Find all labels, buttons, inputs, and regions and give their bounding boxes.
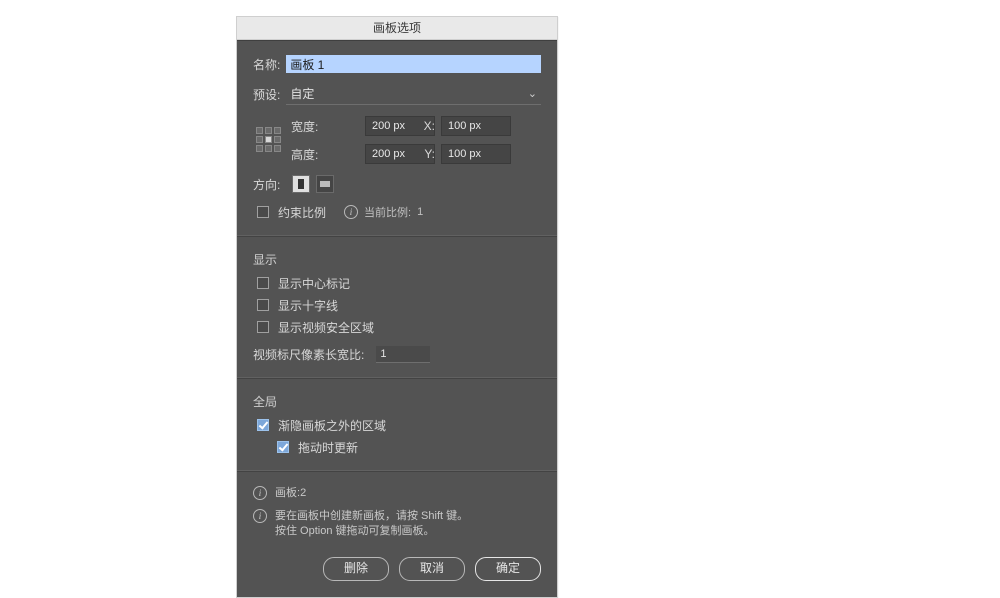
- width-label: 宽度:: [291, 118, 318, 135]
- constrain-row: 约束比例 i 当前比例: 1: [253, 203, 541, 221]
- update-on-drag-checkbox[interactable]: [277, 441, 289, 453]
- divider: [237, 470, 557, 472]
- reference-point-selector[interactable]: [256, 127, 282, 153]
- dialog-buttons: 删除 取消 确定: [253, 557, 541, 581]
- video-ratio-label: 视频标尺像素长宽比:: [253, 346, 364, 363]
- tip-line-1: 要在画板中创建新画板，请按 Shift 键。: [275, 509, 468, 524]
- artboard-count-label: 画板:: [275, 487, 300, 499]
- window-titlebar: 画板选项: [237, 17, 557, 40]
- artboard-options-window: 画板选项 名称: 预设: 自定 ⌄ 宽度: X: 高度: Y: [236, 16, 558, 598]
- current-ratio-label: 当前比例:: [364, 204, 411, 220]
- tip-line-2: 按住 Option 键拖动可复制画板。: [275, 524, 468, 539]
- preset-dropdown[interactable]: 自定 ⌄: [286, 83, 541, 105]
- delete-button[interactable]: 删除: [323, 557, 389, 581]
- name-label: 名称:: [253, 56, 280, 73]
- portrait-icon: [298, 179, 304, 189]
- ok-button[interactable]: 确定: [475, 557, 541, 581]
- divider: [237, 235, 557, 237]
- dimensions-grid: 宽度: X: 高度: Y:: [253, 115, 541, 165]
- preset-row: 预设: 自定 ⌄: [253, 83, 541, 105]
- video-ratio-input[interactable]: [376, 346, 430, 363]
- artboard-count-value: 2: [300, 487, 306, 499]
- fade-outside-label: 渐隐画板之外的区域: [278, 417, 386, 434]
- y-label: Y:: [424, 147, 435, 161]
- preset-label: 预设:: [253, 86, 280, 103]
- info-icon: i: [344, 205, 358, 219]
- height-label: 高度:: [291, 146, 318, 163]
- chevron-down-icon: ⌄: [528, 87, 537, 100]
- show-crosshair-label: 显示十字线: [278, 297, 338, 314]
- landscape-icon: [320, 181, 330, 187]
- display-section-title: 显示: [253, 251, 541, 268]
- global-section-title: 全局: [253, 393, 541, 410]
- cancel-button[interactable]: 取消: [399, 557, 465, 581]
- orientation-portrait-button[interactable]: [292, 175, 310, 193]
- show-video-safe-checkbox[interactable]: [257, 321, 269, 333]
- name-input[interactable]: [286, 55, 541, 73]
- x-label: X:: [424, 119, 435, 133]
- name-row: 名称:: [253, 55, 541, 73]
- update-on-drag-label: 拖动时更新: [298, 439, 358, 456]
- orientation-landscape-button[interactable]: [316, 175, 334, 193]
- current-ratio-value: 1: [417, 206, 423, 218]
- y-input[interactable]: [441, 144, 511, 164]
- dialog-body: 名称: 预设: 自定 ⌄ 宽度: X: 高度: Y:: [237, 40, 557, 597]
- preset-value: 自定: [290, 85, 314, 102]
- orientation-label: 方向:: [253, 176, 280, 193]
- show-crosshair-checkbox[interactable]: [257, 299, 269, 311]
- constrain-label: 约束比例: [278, 204, 326, 221]
- info-icon: i: [253, 509, 267, 523]
- x-input[interactable]: [441, 116, 511, 136]
- window-title: 画板选项: [373, 21, 421, 35]
- info-icon: i: [253, 486, 267, 500]
- constrain-checkbox[interactable]: [257, 206, 269, 218]
- show-center-mark-checkbox[interactable]: [257, 277, 269, 289]
- show-video-safe-label: 显示视频安全区域: [278, 319, 374, 336]
- artboard-count-row: i 画板:2: [253, 486, 541, 501]
- tips-row: i 要在画板中创建新画板，请按 Shift 键。 按住 Option 键拖动可复…: [253, 509, 541, 539]
- divider: [237, 377, 557, 379]
- show-center-mark-label: 显示中心标记: [278, 275, 350, 292]
- orientation-row: 方向:: [253, 175, 541, 193]
- fade-outside-checkbox[interactable]: [257, 419, 269, 431]
